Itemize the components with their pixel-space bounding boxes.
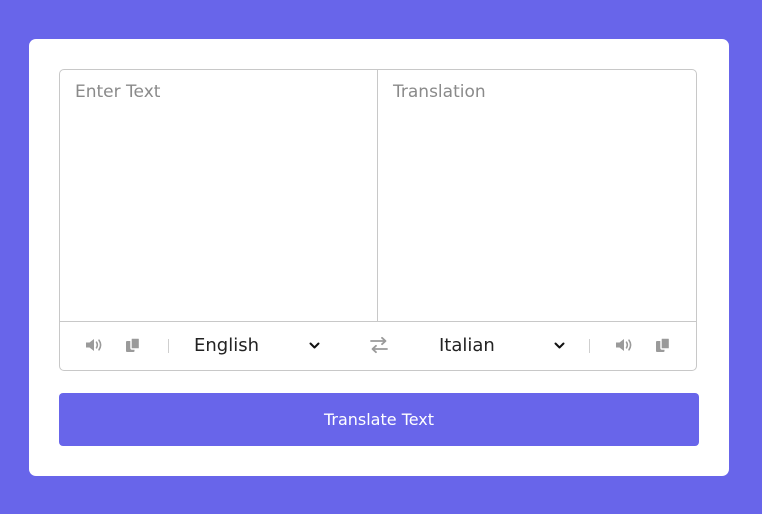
to-text-output[interactable]: [378, 70, 696, 321]
volume-icon: [86, 339, 102, 351]
chevron-down-icon: [554, 342, 565, 349]
volume-icon: [616, 339, 632, 351]
from-speak-button[interactable]: [83, 320, 107, 370]
to-text-pane: [378, 70, 696, 321]
translator-card: English Italian: [29, 39, 729, 476]
divider: [589, 339, 590, 353]
to-language-select[interactable]: Italian: [439, 320, 565, 370]
translate-button[interactable]: Translate Text: [59, 393, 699, 446]
text-input-area: [60, 70, 696, 322]
copy-icon: [126, 337, 141, 352]
from-language-label: English: [194, 334, 259, 356]
to-copy-button[interactable]: [653, 320, 673, 370]
exchange-button[interactable]: [366, 320, 392, 370]
chevron-down-icon: [309, 342, 320, 349]
to-language-label: Italian: [439, 334, 495, 356]
from-language-select[interactable]: English: [194, 320, 320, 370]
translator-wrapper: English Italian: [59, 69, 697, 371]
exchange-icon: [370, 336, 388, 354]
from-copy-button[interactable]: [123, 320, 143, 370]
divider: [168, 339, 169, 353]
to-speak-button[interactable]: [613, 320, 637, 370]
from-text-pane: [60, 70, 378, 321]
copy-icon: [656, 337, 671, 352]
from-text-input[interactable]: [60, 70, 377, 321]
controls-bar: English Italian: [60, 320, 696, 370]
